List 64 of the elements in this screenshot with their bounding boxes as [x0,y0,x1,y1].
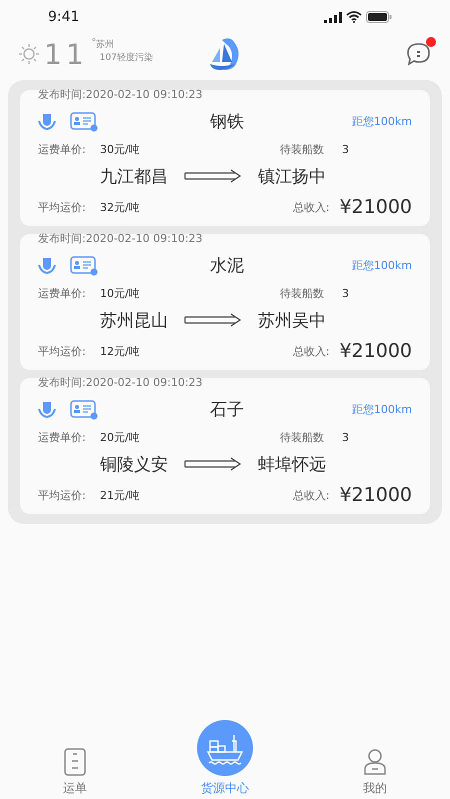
ships-label: 待装船数 [280,142,325,156]
unit-price: 10元/吨 [100,286,141,300]
publish-time: 发布时间:2020-02-10 09:10:23 [38,87,204,102]
shield-icon [38,256,56,274]
income-label: 总收入: [292,488,330,502]
unit-price-label: 运费单价: [38,142,87,156]
battery-icon [366,11,392,23]
cargo-card[interactable]: 发布时间:2020-02-10 09:10:23 钢铁 距您100km 运费单价: 30元/吨 待装船数 3 九江都昌 镇江扬中 平均运价: 32元/吨 总收入: ¥21000 [20,90,430,226]
origin: 苏州昆山 [100,310,168,332]
avg-price-label: 平均运价: [38,200,87,214]
destination: 苏州吴中 [258,310,326,332]
person-icon [363,748,387,776]
avg-price-label: 平均运价: [38,488,87,502]
ships-count: 3 [342,430,350,444]
tab-item[interactable]: 我的 [330,748,420,797]
sun-icon [18,43,40,65]
degree-sign: ° [92,38,96,48]
cargo-type: 水泥 [208,255,245,278]
ships-count: 3 [342,142,350,156]
id-card-icon [70,400,98,420]
publish-time: 发布时间:2020-02-10 09:10:23 [38,375,204,390]
shield-icon [38,112,56,130]
avg-price-label: 平均运价: [38,344,87,358]
shield-icon [38,400,56,418]
cargo-card[interactable]: 发布时间:2020-02-10 09:10:23 水泥 距您100km 运费单价: 10元/吨 待装船数 3 苏州昆山 苏州吴中 平均运价: 12元/吨 总收入: ¥21000 [20,234,430,370]
avg-price: 21元/吨 [100,488,141,502]
arrow-icon [184,169,242,184]
id-card-icon [70,112,98,132]
status-time: 9:41 [48,9,80,25]
wifi-icon [346,11,362,23]
destination: 蚌埠怀远 [258,454,326,476]
unit-price-label: 运费单价: [38,286,87,300]
unit-price: 20元/吨 [100,430,141,444]
city-name: 苏州 [96,38,114,51]
document-icon [64,748,86,776]
avg-price: 12元/吨 [100,344,141,358]
avg-price: 32元/吨 [100,200,141,214]
total-income: ¥21000 [339,340,412,362]
origin: 九江都昌 [100,166,168,188]
ships-label: 待装船数 [280,286,325,300]
publish-time: 发布时间:2020-02-10 09:10:23 [38,231,204,246]
distance: 距您100km [352,258,412,274]
destination: 镇江扬中 [258,166,326,188]
id-card-icon [70,256,98,276]
income-label: 总收入: [292,344,330,358]
signal-icon [324,12,342,22]
distance: 距您100km [352,402,412,418]
ships-count: 3 [342,286,350,300]
tab-item[interactable]: 运单 [30,748,120,797]
arrow-icon [184,313,242,328]
total-income: ¥21000 [339,484,412,506]
ships-label: 待装船数 [280,430,325,444]
unit-price: 30元/吨 [100,142,141,156]
cargo-type: 钢铁 [208,111,245,134]
total-income: ¥21000 [339,196,412,218]
cargo-card[interactable]: 发布时间:2020-02-10 09:10:23 石子 距您100km 运费单价: 20元/吨 待装船数 3 铜陵义安 蚌埠怀远 平均运价: 21元/吨 总收入: ¥21000 [20,378,430,514]
income-label: 总收入: [292,200,330,214]
origin: 铜陵义安 [100,454,168,476]
arrow-icon [184,457,242,472]
distance: 距您100km [352,114,412,130]
temperature: 11 [44,38,88,70]
air-quality: 107轻度污染 [98,52,153,64]
unit-price-label: 运费单价: [38,430,87,444]
cargo-type: 石子 [208,399,245,422]
